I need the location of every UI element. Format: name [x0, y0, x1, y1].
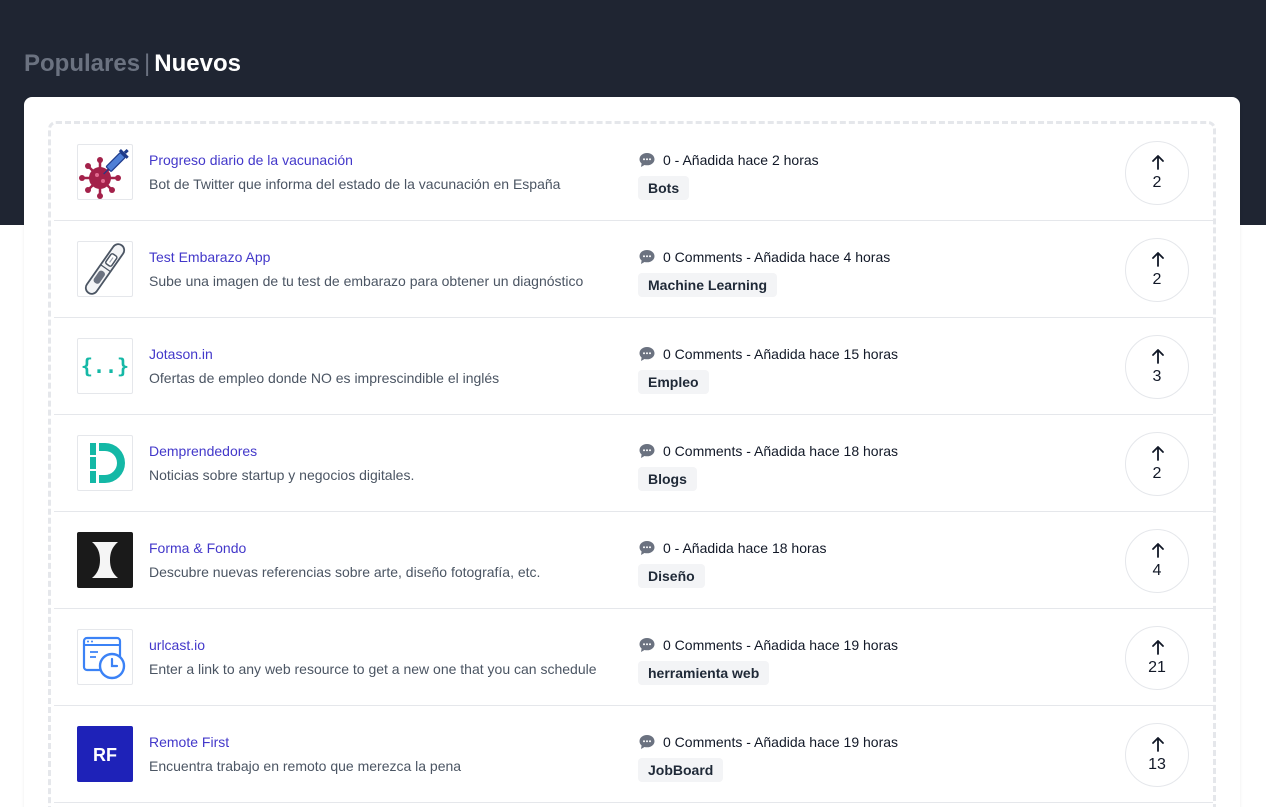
- item-title-link[interactable]: Remote First: [149, 733, 229, 751]
- vote-count: 2: [1152, 271, 1162, 288]
- upvote-button[interactable]: 4: [1125, 529, 1189, 593]
- rf-logo-text: RF: [93, 745, 117, 765]
- d-logo-icon[interactable]: [77, 435, 133, 491]
- comment-icon: [638, 345, 656, 363]
- item-meta: 0 Comments - Añadida hace 19 horas: [638, 636, 898, 654]
- item-title-link[interactable]: Test Embarazo App: [149, 248, 270, 266]
- arrow-up-icon: [1152, 446, 1164, 461]
- upvote-button[interactable]: 2: [1125, 141, 1189, 205]
- rf-logo-icon[interactable]: RF: [77, 726, 133, 782]
- category-tag[interactable]: JobBoard: [638, 758, 724, 782]
- category-tag[interactable]: Blogs: [638, 467, 697, 491]
- items-list: Progreso diario de la vacunación Bot de …: [48, 121, 1216, 807]
- tab-populares[interactable]: Populares: [24, 50, 140, 77]
- item-title-link[interactable]: Demprendedores: [149, 442, 257, 460]
- list-item: Progreso diario de la vacunación Bot de …: [54, 124, 1213, 221]
- category-tag[interactable]: Diseño: [638, 564, 705, 588]
- item-meta-text: 0 Comments - Añadida hace 19 horas: [663, 734, 899, 750]
- item-meta: 0 - Añadida hace 2 horas: [638, 151, 819, 169]
- item-meta: 0 - Añadida hace 18 horas: [638, 539, 826, 557]
- item-meta: 0 Comments - Añadida hace 18 horas: [638, 442, 898, 460]
- arrow-up-icon: [1152, 155, 1164, 170]
- list-item: Test Embarazo App Sube una imagen de tu …: [54, 221, 1213, 318]
- item-description: Sube una imagen de tu test de embarazo p…: [149, 273, 584, 289]
- upvote-button[interactable]: 21: [1125, 626, 1189, 690]
- item-title-link[interactable]: Forma & Fondo: [149, 539, 246, 557]
- upvote-button[interactable]: 3: [1125, 335, 1189, 399]
- vote-count: 2: [1152, 465, 1162, 482]
- list-item: {..} Jotason.in Ofertas de empleo donde …: [54, 318, 1213, 415]
- item-meta: 0 Comments - Añadida hace 19 horas: [638, 733, 898, 751]
- item-title-link[interactable]: Jotason.in: [149, 345, 213, 363]
- item-description: Ofertas de empleo donde NO es imprescind…: [149, 370, 500, 386]
- item-title-link[interactable]: urlcast.io: [149, 636, 205, 654]
- item-description: Bot de Twitter que informa del estado de…: [149, 176, 561, 192]
- vote-count: 4: [1152, 562, 1162, 579]
- comment-icon: [638, 733, 656, 751]
- tab-nuevos[interactable]: Nuevos: [154, 50, 241, 77]
- tab-separator: |: [144, 50, 151, 77]
- item-description: Encuentra trabajo en remoto que merezca …: [149, 758, 462, 774]
- arrow-up-icon: [1152, 737, 1164, 752]
- virus-syringe-icon[interactable]: [77, 144, 133, 200]
- item-description: Noticias sobre startup y negocios digita…: [149, 467, 415, 483]
- forma-fondo-logo-icon[interactable]: [77, 532, 133, 588]
- list-item: Forma & Fondo Descubre nuevas referencia…: [54, 512, 1213, 609]
- feed-tabs: Populares | Nuevos: [24, 49, 241, 79]
- category-tag[interactable]: Machine Learning: [638, 273, 778, 297]
- upvote-button[interactable]: 2: [1125, 432, 1189, 496]
- item-meta-text: 0 Comments - Añadida hace 15 horas: [663, 346, 899, 362]
- category-tag[interactable]: herramienta web: [638, 661, 770, 685]
- comment-icon: [638, 442, 656, 460]
- browser-clock-icon[interactable]: [77, 629, 133, 685]
- upvote-button[interactable]: 2: [1125, 238, 1189, 302]
- arrow-up-icon: [1152, 252, 1164, 267]
- items-panel: Progreso diario de la vacunación Bot de …: [24, 97, 1240, 807]
- item-meta-text: 0 - Añadida hace 18 horas: [663, 540, 827, 556]
- category-tag[interactable]: Empleo: [638, 370, 709, 394]
- vote-count: 2: [1152, 174, 1162, 191]
- comment-icon: [638, 151, 656, 169]
- item-title-link[interactable]: Progreso diario de la vacunación: [149, 151, 353, 169]
- vote-count: 21: [1148, 659, 1166, 676]
- svg-text:{..}: {..}: [81, 354, 129, 378]
- upvote-button[interactable]: 13: [1125, 723, 1189, 787]
- item-meta: 0 Comments - Añadida hace 4 horas: [638, 248, 890, 266]
- comment-icon: [638, 636, 656, 654]
- item-description: Descubre nuevas referencias sobre arte, …: [149, 564, 541, 580]
- list-item: urlcast.io Enter a link to any web resou…: [54, 609, 1213, 706]
- arrow-up-icon: [1152, 543, 1164, 558]
- item-meta-text: 0 - Añadida hace 2 horas: [663, 152, 819, 168]
- comment-icon: [638, 248, 656, 266]
- vote-count: 13: [1148, 756, 1166, 773]
- item-description: Enter a link to any web resource to get …: [149, 661, 597, 677]
- list-item: Demprendedores Noticias sobre startup y …: [54, 415, 1213, 512]
- curly-braces-icon[interactable]: {..}: [77, 338, 133, 394]
- item-meta-text: 0 Comments - Añadida hace 4 horas: [663, 249, 891, 265]
- arrow-up-icon: [1152, 349, 1164, 364]
- arrow-up-icon: [1152, 640, 1164, 655]
- comment-icon: [638, 539, 656, 557]
- category-tag[interactable]: Bots: [638, 176, 690, 200]
- pregnancy-test-icon[interactable]: [77, 241, 133, 297]
- item-meta-text: 0 Comments - Añadida hace 19 horas: [663, 637, 899, 653]
- item-meta-text: 0 Comments - Añadida hace 18 horas: [663, 443, 899, 459]
- vote-count: 3: [1152, 368, 1162, 385]
- item-meta: 0 Comments - Añadida hace 15 horas: [638, 345, 898, 363]
- list-item: RF Remote First Encuentra trabajo en rem…: [54, 706, 1213, 803]
